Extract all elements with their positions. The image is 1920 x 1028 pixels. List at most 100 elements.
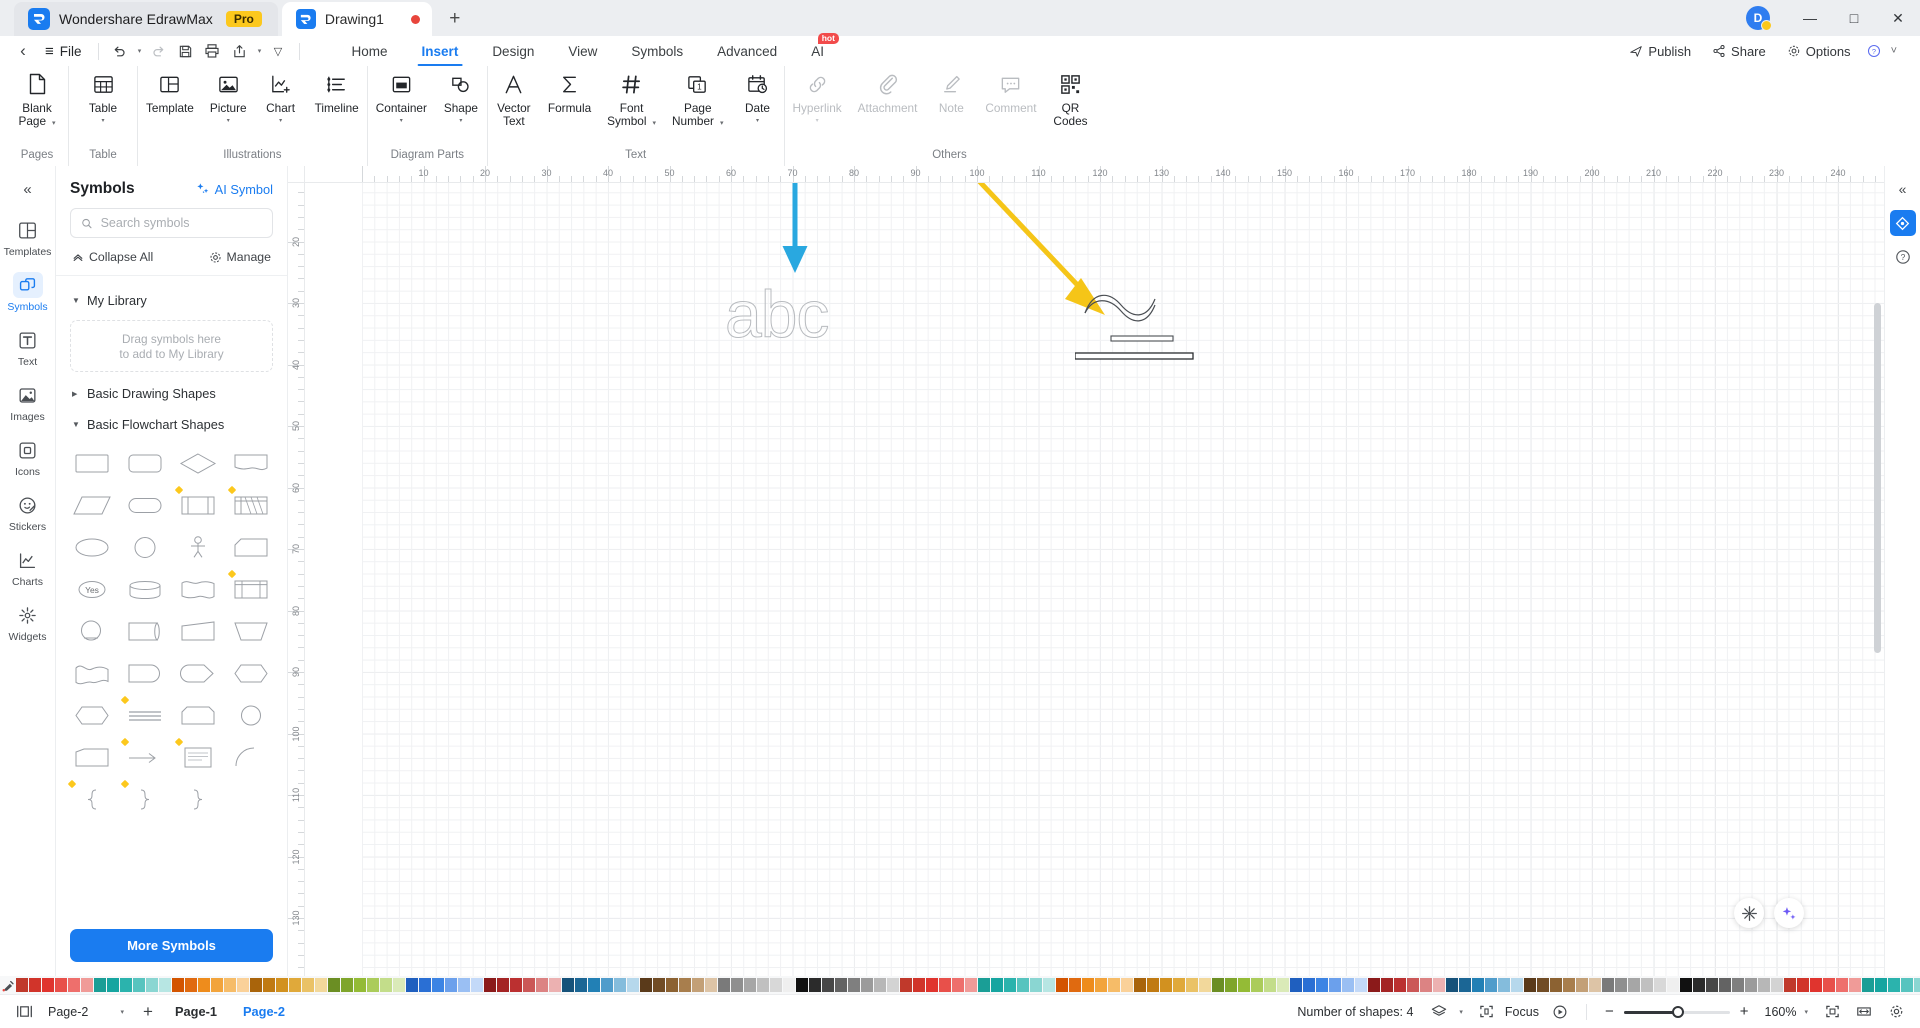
manage-button[interactable]: Manage <box>209 250 271 264</box>
color-swatch[interactable] <box>471 978 483 992</box>
date-button[interactable]: Date ▾ <box>732 71 784 124</box>
color-swatch[interactable] <box>1121 978 1133 992</box>
focus-label[interactable]: Focus <box>1505 1005 1542 1019</box>
sidebar-item-widgets[interactable]: Widgets <box>5 595 51 648</box>
tab-ai[interactable]: AI hot <box>794 33 841 66</box>
color-swatch[interactable] <box>1147 978 1159 992</box>
layers-icon[interactable] <box>1425 998 1453 1026</box>
help-panel-button[interactable]: ? <box>1890 244 1916 270</box>
color-swatch[interactable] <box>1654 978 1666 992</box>
color-swatch[interactable] <box>1459 978 1471 992</box>
color-swatch[interactable] <box>159 978 171 992</box>
shape-process-rectangle[interactable] <box>66 443 117 483</box>
color-swatch[interactable] <box>393 978 405 992</box>
shape-card[interactable] <box>226 527 277 567</box>
font-symbol-caret[interactable]: ▾ <box>653 119 657 127</box>
color-swatch[interactable] <box>1836 978 1848 992</box>
color-swatch[interactable] <box>1771 978 1783 992</box>
chart-caret[interactable]: ▾ <box>279 118 282 124</box>
blank-page-button[interactable]: Blank Page ▾ <box>6 71 68 127</box>
color-swatch[interactable] <box>1537 978 1549 992</box>
color-swatch[interactable] <box>1394 978 1406 992</box>
shape-stored-data[interactable] <box>119 611 170 651</box>
sidebar-item-symbols[interactable]: Symbols <box>5 265 51 318</box>
color-swatch[interactable] <box>783 978 795 992</box>
color-swatch[interactable] <box>1914 978 1920 992</box>
sidebar-item-text[interactable]: Text <box>5 320 51 373</box>
present-icon[interactable] <box>1546 998 1574 1026</box>
ruler-corner[interactable] <box>288 166 305 183</box>
color-swatch[interactable] <box>627 978 639 992</box>
color-swatch[interactable] <box>978 978 990 992</box>
color-swatch[interactable] <box>1329 978 1341 992</box>
right-rail-collapse-icon[interactable]: « <box>1890 176 1916 202</box>
container-caret[interactable]: ▾ <box>400 118 403 124</box>
shape-note-text-box[interactable] <box>173 737 224 777</box>
shape-document[interactable] <box>226 443 277 483</box>
canvas-object-font-symbol[interactable] <box>1075 281 1205 371</box>
color-swatch[interactable] <box>705 978 717 992</box>
color-swatch[interactable] <box>211 978 223 992</box>
shape-delay[interactable] <box>119 653 170 693</box>
shape-cut-corner-box[interactable] <box>173 695 224 735</box>
color-swatch[interactable] <box>1797 978 1809 992</box>
color-swatch[interactable] <box>1082 978 1094 992</box>
color-swatch[interactable] <box>1524 978 1536 992</box>
color-swatch[interactable] <box>328 978 340 992</box>
shape-terminator-stadium[interactable] <box>119 485 170 525</box>
color-swatch[interactable] <box>744 978 756 992</box>
color-swatch[interactable] <box>1355 978 1367 992</box>
picture-button[interactable]: Picture ▾ <box>202 71 255 124</box>
shape-manual-operation[interactable] <box>173 611 224 651</box>
ai-symbol-button[interactable]: AI Symbol <box>196 182 273 197</box>
color-swatch[interactable] <box>1719 978 1731 992</box>
color-swatch[interactable] <box>861 978 873 992</box>
shape-trapezoid[interactable] <box>226 611 277 651</box>
shape-connector-circle[interactable] <box>119 527 170 567</box>
shape-manual-input[interactable] <box>226 569 277 609</box>
color-swatch[interactable] <box>809 978 821 992</box>
zoom-out-button[interactable]: − <box>1599 1003 1620 1020</box>
color-swatch[interactable] <box>1628 978 1640 992</box>
shape-yes-connector[interactable]: Yes <box>66 569 117 609</box>
picture-caret[interactable]: ▾ <box>227 118 230 124</box>
color-swatch[interactable] <box>1264 978 1276 992</box>
zoom-in-button[interactable]: + <box>1734 1003 1755 1020</box>
color-swatch[interactable] <box>1667 978 1679 992</box>
shape-merge-arrow[interactable] <box>119 737 170 777</box>
zo om-slider[interactable] <box>1623 1004 1730 1020</box>
container-button[interactable]: Container ▾ <box>368 71 435 124</box>
color-swatch[interactable] <box>679 978 691 992</box>
color-swatch[interactable] <box>549 978 561 992</box>
color-swatch[interactable] <box>796 978 808 992</box>
my-library-dropzone[interactable]: Drag symbols here to add to My Library <box>70 320 273 372</box>
table-button[interactable]: Table ▾ <box>69 71 137 124</box>
color-swatch[interactable] <box>614 978 626 992</box>
color-swatch[interactable] <box>692 978 704 992</box>
blank-page-caret[interactable]: ▾ <box>52 119 56 127</box>
focus-icon[interactable] <box>1473 998 1501 1026</box>
color-swatch[interactable] <box>1173 978 1185 992</box>
undo-dropdown-caret[interactable]: ▾ <box>133 38 145 64</box>
zoom-slider-knob[interactable] <box>1671 1005 1684 1018</box>
color-swatch[interactable] <box>900 978 912 992</box>
color-swatch[interactable] <box>1043 978 1055 992</box>
customize-toolbar-icon[interactable]: ▽ <box>265 38 292 64</box>
color-swatch[interactable] <box>822 978 834 992</box>
add-page-button[interactable]: + <box>134 998 162 1026</box>
color-swatch[interactable] <box>1693 978 1705 992</box>
comment-button[interactable]: Comment <box>977 71 1044 115</box>
color-swatch[interactable] <box>198 978 210 992</box>
color-swatch[interactable] <box>536 978 548 992</box>
color-swatch[interactable] <box>263 978 275 992</box>
color-swatch[interactable] <box>133 978 145 992</box>
color-swatch[interactable] <box>1615 978 1627 992</box>
shape-curly-brace[interactable] <box>119 779 170 819</box>
shape-left-brace[interactable] <box>66 779 117 819</box>
export-dropdown-caret[interactable]: ▾ <box>253 38 265 64</box>
color-swatch[interactable] <box>289 978 301 992</box>
save-icon[interactable] <box>172 38 199 64</box>
color-swatch[interactable] <box>835 978 847 992</box>
color-swatch[interactable] <box>874 978 886 992</box>
color-swatch[interactable] <box>757 978 769 992</box>
